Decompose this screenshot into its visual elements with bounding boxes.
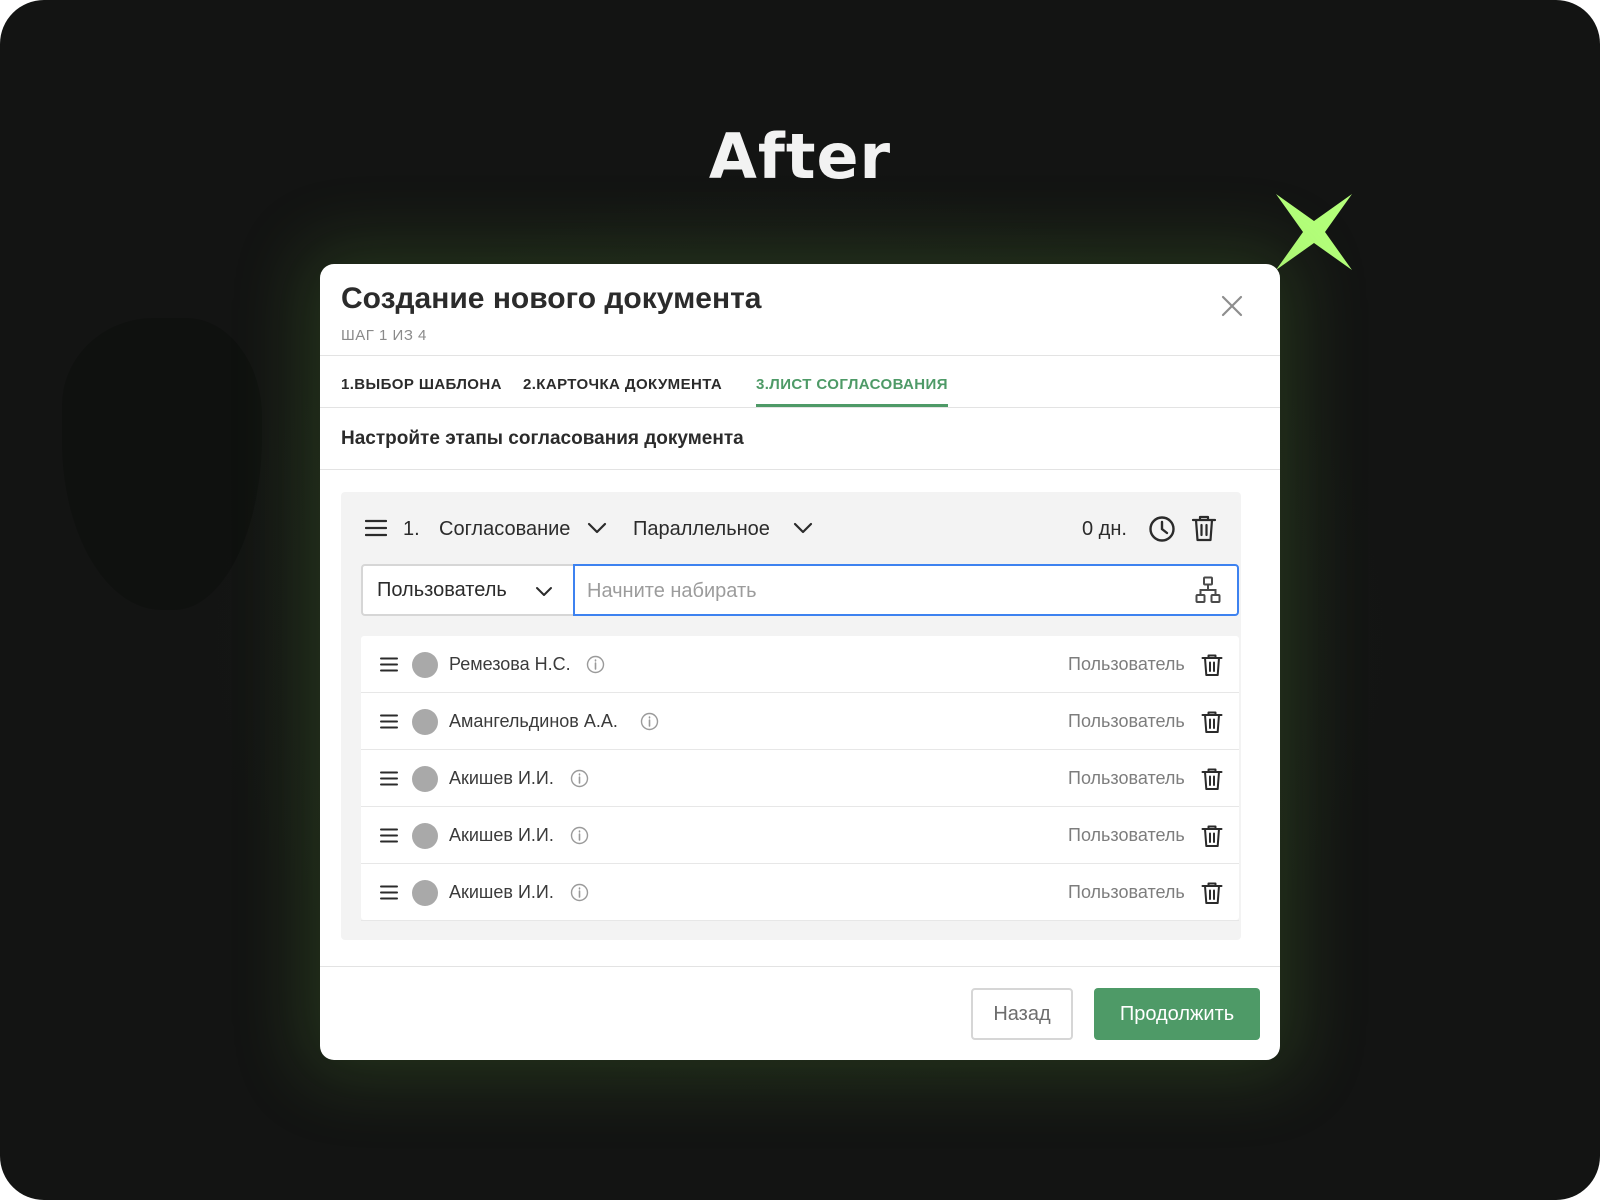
avatar [412,766,438,792]
info-icon[interactable] [640,712,659,731]
background-shape [62,318,262,610]
modal-header: Создание нового документа ШАГ 1 ИЗ 4 [320,264,1280,356]
showcase-frame: After Создание нового документа ШАГ 1 ИЗ… [0,0,1600,1200]
sparkle-icon [1276,194,1352,270]
info-icon[interactable] [570,826,589,845]
chevron-down-icon[interactable] [587,522,607,535]
participant-role: Пользователь [1068,654,1185,674]
avatar [412,880,438,906]
participant-type-label: Пользователь [377,579,507,601]
participants-list: Ремезова Н.С. Пользователь Амангельдинов… [361,636,1239,921]
drag-handle-icon[interactable] [380,885,398,900]
trash-icon[interactable] [1201,881,1223,905]
avatar [412,823,438,849]
drag-handle-icon[interactable] [365,519,387,537]
participant-search-input[interactable] [587,576,1167,606]
participant-input-row: Пользователь [361,564,1239,616]
participant-role: Пользователь [1068,711,1185,731]
participant-name: Амангельдинов А.А. [449,711,618,731]
participant-name: Акишев И.И. [449,768,554,788]
participant-row: Амангельдинов А.А. Пользователь [361,693,1239,750]
drag-handle-icon[interactable] [380,657,398,672]
trash-icon[interactable] [1191,514,1217,542]
back-button[interactable]: Назад [971,988,1073,1040]
tab-approval-sheet[interactable]: 3.ЛИСТ СОГЛАСОВАНИЯ [756,376,948,407]
participant-row: Акишев И.И. Пользователь [361,807,1239,864]
modal-title: Создание нового документа [341,282,762,315]
clock-icon[interactable] [1148,515,1176,543]
stage-number: 1. [403,518,420,540]
chevron-down-icon [536,587,552,596]
drag-handle-icon[interactable] [380,714,398,729]
participant-row: Акишев И.И. Пользователь [361,864,1239,921]
stage-duration: 0 дн. [1082,518,1127,540]
step-tabs: 1.ВЫБОР ШАБЛОНА 2.КАРТОЧКА ДОКУМЕНТА 3.Л… [320,356,1280,408]
tab-document-card[interactable]: 2.КАРТОЧКА ДОКУМЕНТА [523,376,722,393]
step-indicator: ШАГ 1 ИЗ 4 [341,327,427,344]
participant-type-select[interactable]: Пользователь [361,564,573,616]
info-icon[interactable] [570,883,589,902]
org-structure-icon[interactable] [1195,576,1221,604]
participant-search [573,564,1239,616]
trash-icon[interactable] [1201,653,1223,677]
participant-role: Пользователь [1068,825,1185,845]
stage-header: 1. Согласование Параллельное 0 дн. [341,492,1241,568]
participant-row: Ремезова Н.С. Пользователь [361,636,1239,693]
participant-name: Акишев И.И. [449,825,554,845]
trash-icon[interactable] [1201,767,1223,791]
trash-icon[interactable] [1201,824,1223,848]
info-icon[interactable] [586,655,605,674]
drag-handle-icon[interactable] [380,828,398,843]
headline: After [708,120,892,193]
tab-template-selection[interactable]: 1.ВЫБОР ШАБЛОНА [341,376,502,393]
section-title: Настройте этапы согласования документа [320,408,1280,470]
avatar [412,709,438,735]
participant-name: Акишев И.И. [449,882,554,902]
stage-mode-select[interactable]: Параллельное [633,518,770,541]
chevron-down-icon[interactable] [793,522,813,535]
participant-role: Пользователь [1068,768,1185,788]
drag-handle-icon[interactable] [380,771,398,786]
participant-role: Пользователь [1068,882,1185,902]
continue-button[interactable]: Продолжить [1094,988,1260,1040]
participant-name: Ремезова Н.С. [449,654,571,674]
modal-footer: Назад Продолжить [320,966,1280,1060]
participant-row: Акишев И.И. Пользователь [361,750,1239,807]
create-document-modal: Создание нового документа ШАГ 1 ИЗ 4 1.В… [320,264,1280,1060]
avatar [412,652,438,678]
trash-icon[interactable] [1201,710,1223,734]
stage-type-select[interactable]: Согласование [439,518,570,541]
info-icon[interactable] [570,769,589,788]
close-icon[interactable] [1220,294,1244,318]
approval-stage: 1. Согласование Параллельное 0 дн. Польз… [341,492,1241,940]
